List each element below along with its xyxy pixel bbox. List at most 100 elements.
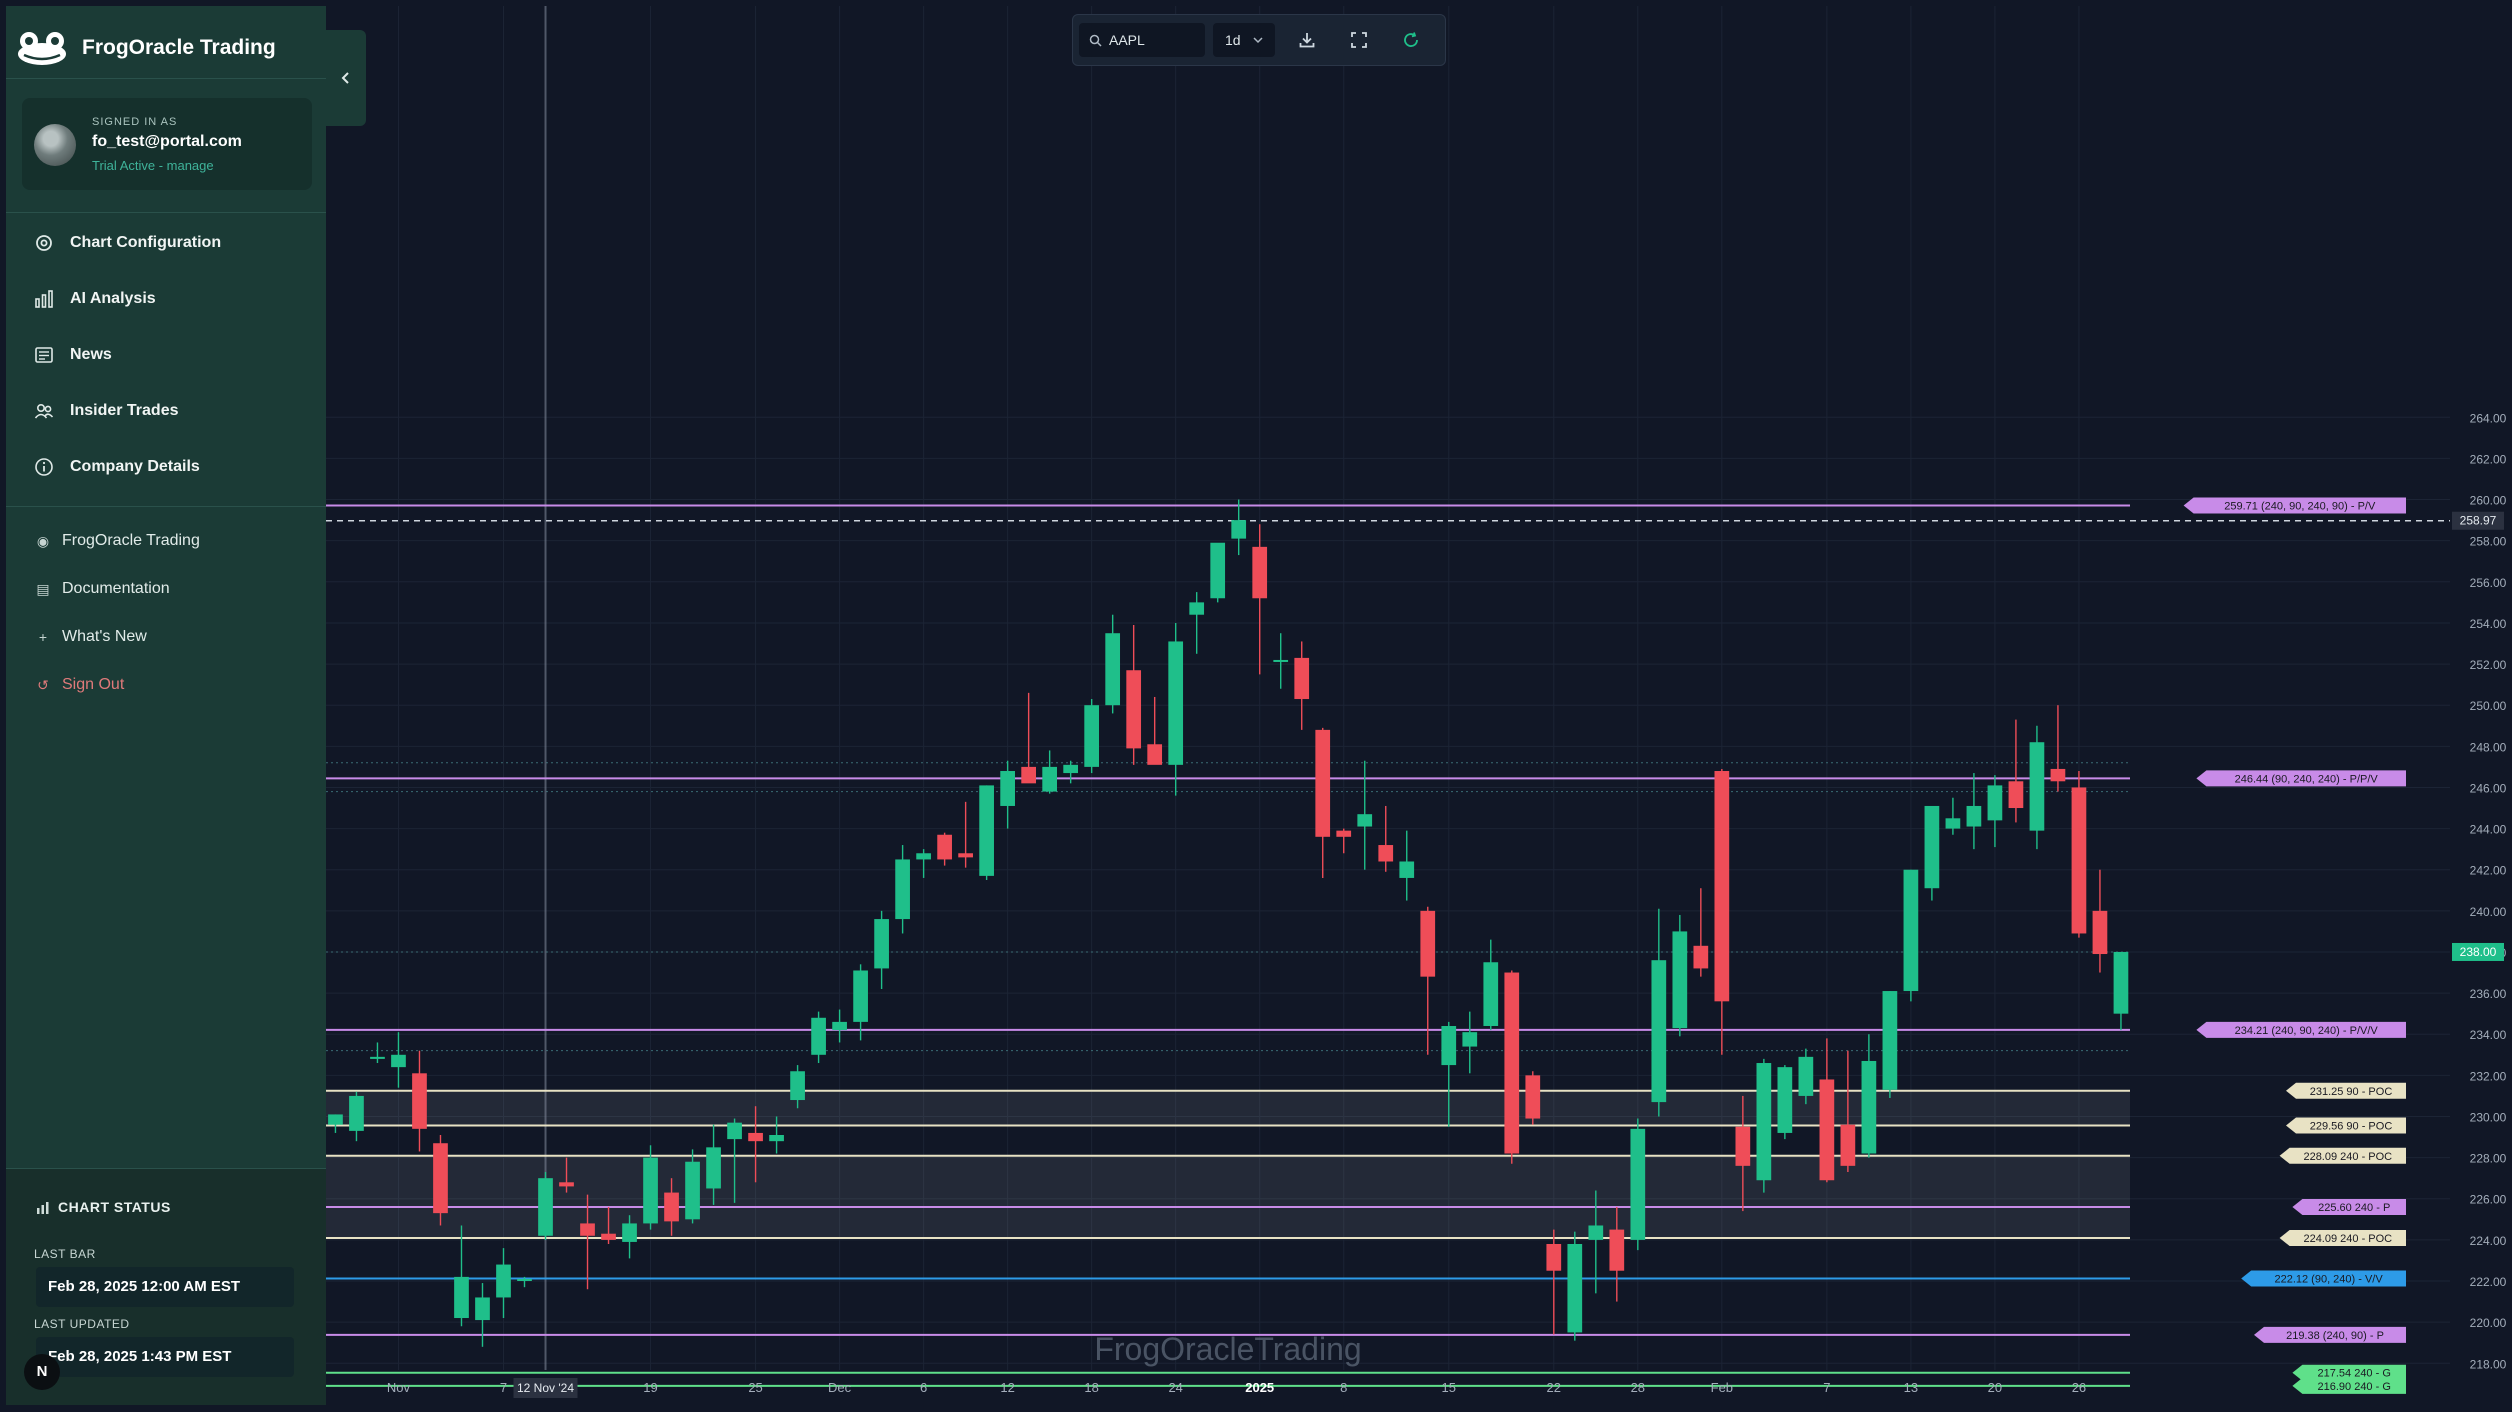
candle-body — [2113, 951, 2129, 1014]
candle[interactable] — [2071, 771, 2087, 938]
user-card[interactable]: SIGNED IN AS fo_test@portal.com Trial Ac… — [22, 98, 312, 190]
candle[interactable] — [1567, 1231, 1583, 1341]
n-badge[interactable]: N — [24, 1354, 60, 1390]
value-area-band — [326, 1090, 2130, 1126]
signed-in-label: SIGNED IN AS — [92, 116, 178, 128]
candle-body — [1756, 1063, 1772, 1181]
candle[interactable] — [2029, 725, 2045, 850]
candle-body — [1630, 1128, 1646, 1240]
price-tag-text: 238.00 — [2460, 945, 2497, 959]
candle-body — [916, 853, 931, 860]
price-chart[interactable]: 218.00 220.00 222.00 224.00 226.00 228.00 230.… — [0, 0, 2512, 1412]
level-label-text: 216.90 240 - G — [2318, 1381, 2391, 1393]
chart-watermark: FrogOracleTrading — [1094, 1331, 1361, 1367]
candle[interactable] — [1756, 1058, 1772, 1193]
nav-ai-analysis[interactable]: AI Analysis — [34, 284, 156, 314]
candle-body — [790, 1071, 805, 1101]
link-label: Documentation — [62, 580, 170, 597]
candle-body — [895, 859, 910, 920]
candle-body — [1420, 910, 1436, 977]
level-label-text: 231.25 90 - POC — [2310, 1086, 2393, 1098]
candle[interactable] — [1777, 1065, 1793, 1140]
candle-body — [1798, 1056, 1814, 1096]
candle-body — [1609, 1229, 1625, 1271]
x-tick-label: Nov — [387, 1380, 411, 1395]
candle[interactable] — [1882, 991, 1898, 1098]
x-tick-label: 13 — [1904, 1380, 1918, 1395]
candle[interactable] — [979, 785, 994, 880]
candle[interactable] — [1084, 699, 1100, 774]
frog-icon: ◉ — [36, 532, 50, 549]
candle[interactable] — [1798, 1048, 1814, 1105]
level-label-text: 228.09 240 - POC — [2303, 1151, 2392, 1163]
candle-body — [559, 1182, 574, 1187]
download-icon — [1299, 33, 1315, 48]
nav-label: AI Analysis — [70, 290, 156, 307]
candle-body — [1252, 546, 1268, 599]
collapse-sidebar-button[interactable] — [326, 30, 366, 126]
candle-body — [1525, 1075, 1541, 1119]
candle-body — [1714, 771, 1730, 1002]
x-tick-label: 15 — [1442, 1380, 1456, 1395]
y-tick-label: 224.00 — [2470, 1234, 2507, 1248]
candle-body — [1189, 602, 1205, 615]
download-button[interactable] — [1287, 23, 1327, 57]
sidebar: FrogOracle Trading SIGNED IN AS fo_test@… — [6, 6, 326, 1405]
last-bar-label: LAST BAR — [34, 1247, 96, 1261]
candle[interactable] — [1672, 914, 1688, 1037]
fullscreen-button[interactable] — [1339, 23, 1379, 57]
nav-news[interactable]: News — [34, 340, 112, 370]
link-frogoracle-trading[interactable]: ◉ FrogOracle Trading — [34, 528, 200, 554]
candle[interactable] — [1903, 869, 1919, 1002]
candle-body — [811, 1017, 826, 1055]
candle-body — [433, 1143, 448, 1214]
candle[interactable] — [433, 1134, 448, 1226]
x-tick-label: Feb — [1711, 1380, 1733, 1395]
y-tick-label: 226.00 — [2470, 1193, 2507, 1207]
interval-value: 1d — [1225, 32, 1241, 48]
candle[interactable] — [643, 1145, 658, 1230]
candle[interactable] — [538, 1172, 553, 1240]
link-sign-out[interactable]: ↺ Sign Out — [34, 672, 124, 698]
candle-body — [1840, 1124, 1856, 1166]
trial-status-link[interactable]: Trial Active - manage — [92, 158, 214, 173]
y-tick-label: 242.00 — [2470, 864, 2507, 878]
brand[interactable]: FrogOracle Trading — [16, 20, 276, 76]
y-tick-label: 232.00 — [2470, 1069, 2507, 1083]
y-tick-label: 236.00 — [2470, 987, 2507, 1001]
y-tick-label: 228.00 — [2470, 1152, 2507, 1166]
y-tick-label: 230.00 — [2470, 1110, 2507, 1124]
nav-company-details[interactable]: Company Details — [34, 452, 200, 482]
candle-body — [685, 1161, 700, 1220]
candle[interactable] — [1525, 1071, 1541, 1125]
x-tick-label: 20 — [1988, 1380, 2002, 1395]
refresh-icon — [1404, 32, 1418, 47]
candle-body — [475, 1297, 490, 1321]
symbol-search-input[interactable]: AAPL — [1079, 23, 1205, 57]
nav-chart-configuration[interactable]: Chart Configuration — [34, 228, 221, 258]
x-tick-label: 7 — [1823, 1380, 1830, 1395]
candle-body — [496, 1264, 511, 1298]
candle-body — [2008, 781, 2024, 809]
y-tick-label: 260.00 — [2470, 494, 2507, 508]
candle[interactable] — [1924, 805, 1940, 901]
candle-body — [1966, 805, 1982, 827]
refresh-button[interactable] — [1391, 23, 1431, 57]
link-documentation[interactable]: ▤ Documentation — [34, 576, 170, 602]
candle[interactable] — [1210, 542, 1226, 603]
avatar — [34, 124, 76, 166]
nav-insider-trades[interactable]: Insider Trades — [34, 396, 179, 426]
last-updated-label: LAST UPDATED — [34, 1317, 130, 1331]
level-label: 225.60 240 - P — [2292, 1198, 2406, 1215]
y-tick-label: 244.00 — [2470, 823, 2507, 837]
candle[interactable] — [1504, 970, 1520, 1164]
candle-body — [1504, 972, 1520, 1154]
x-tick-label: 18 — [1084, 1380, 1098, 1395]
interval-select[interactable]: 1d — [1213, 23, 1275, 57]
crosshair-date-text: 12 Nov '24 — [517, 1381, 574, 1395]
candle[interactable] — [1630, 1118, 1646, 1251]
candle-body — [1210, 542, 1226, 599]
link-whats-new[interactable]: + What's New — [34, 624, 147, 650]
crosshair-date-label: 12 Nov '24 — [513, 1378, 578, 1398]
level-label-text: 246.44 (90, 240, 240) - P/P/V — [2235, 773, 2379, 785]
